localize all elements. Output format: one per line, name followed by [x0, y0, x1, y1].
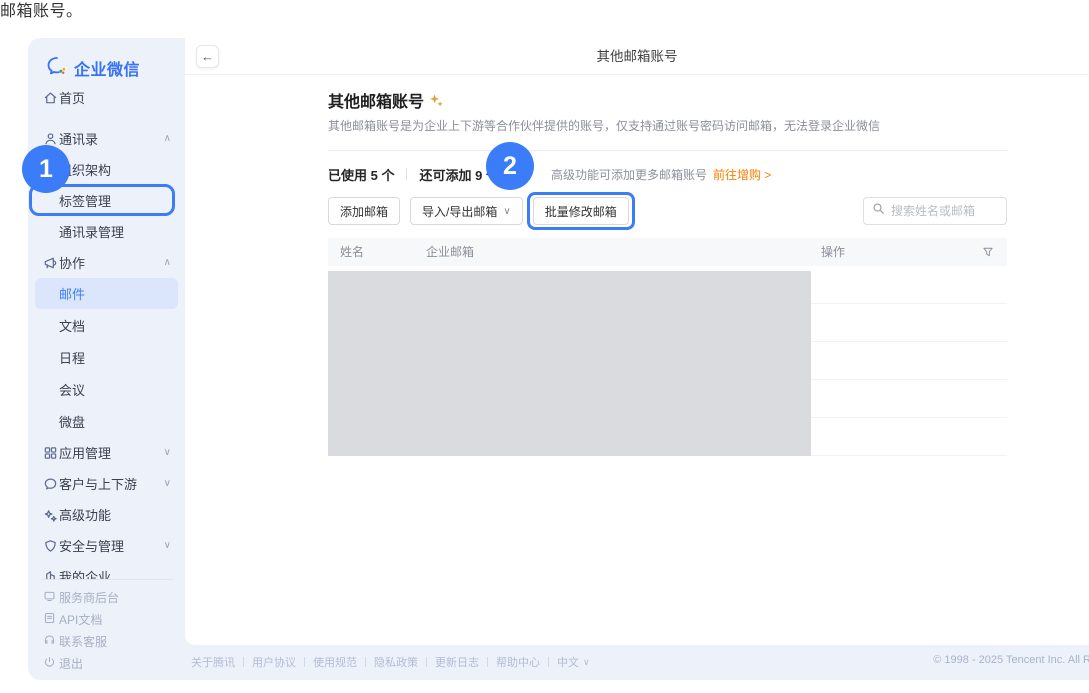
chevron-down-icon: ∨ [164, 478, 171, 489]
sidebar-item-contacts-management[interactable]: 通讯录管理 [28, 216, 185, 247]
main-panel: ← 其他邮箱账号 其他邮箱账号 其他邮箱账号是为企业上下游等合作伙伴提供的账号，… [185, 38, 1089, 645]
column-header-email: 企业邮箱 [426, 238, 474, 266]
headset-icon [43, 634, 58, 649]
footer-link-user-agreement[interactable]: 用户协议 [252, 654, 296, 670]
collaboration-icon [43, 255, 58, 270]
home-icon [43, 90, 58, 105]
annotation-step-badge-1: 1 [22, 145, 70, 193]
chat-bubble-icon [43, 476, 58, 491]
language-selector[interactable]: 中文 ∨ [557, 654, 590, 670]
building-icon [43, 569, 58, 580]
footer-link-privacy[interactable]: 隐私政策 [374, 654, 418, 670]
copyright-text: © 1998 - 2025 Tencent Inc. All R [933, 654, 1089, 666]
sidebar-item-meeting[interactable]: 会议 [28, 373, 185, 405]
sidebar-item-my-company-clipped[interactable]: 我的企业 [28, 564, 185, 579]
footer-link-about[interactable]: 关于腾讯 [191, 654, 235, 670]
footer-links: 关于腾讯 用户协议 使用规范 隐私政策 更新日志 帮助中心 中文 ∨ [191, 654, 590, 670]
section-heading: 其他邮箱账号 [328, 88, 424, 112]
chevron-up-icon: ∧ [164, 133, 171, 144]
brand-name: 企业微信 [74, 56, 140, 80]
console-icon [43, 590, 58, 605]
power-icon [43, 656, 58, 671]
search-icon [872, 202, 885, 220]
batch-edit-mailbox-button[interactable]: 批量修改邮箱 [533, 197, 629, 225]
chevron-down-icon: ∨ [164, 540, 171, 551]
app-window: 企业微信 首页 通讯录 ∧ 组织架构 标签管理 通讯录管理 协作 ∧ 邮件 [28, 38, 1089, 680]
sidebar-item-api-docs[interactable]: API文档 [28, 608, 185, 630]
footer-link-changelog[interactable]: 更新日志 [435, 654, 479, 670]
filter-funnel-icon[interactable] [982, 246, 994, 261]
brand-logo: 企业微信 [28, 54, 185, 82]
chevron-down-icon: ∨ [503, 206, 510, 217]
sidebar-item-logout[interactable]: 退出 [28, 652, 185, 674]
chevron-down-icon: ∨ [164, 447, 171, 458]
horizontal-divider [328, 150, 1007, 151]
sidebar-item-mail[interactable]: 邮件 [35, 278, 178, 309]
sparkle-wand-icon [43, 507, 58, 522]
sidebar: 企业微信 首页 通讯录 ∧ 组织架构 标签管理 通讯录管理 协作 ∧ 邮件 [28, 38, 185, 680]
search-box [863, 197, 1007, 225]
chevron-up-icon: ∧ [164, 257, 171, 268]
chevron-down-icon: ∨ [583, 657, 590, 668]
section-description: 其他邮箱账号是为企业上下游等合作伙伴提供的账号，仅支持通过账号密码访问邮箱，无法… [328, 117, 1007, 134]
sidebar-item-app-management[interactable]: 应用管理 ∨ [28, 437, 185, 468]
sidebar-item-schedule[interactable]: 日程 [28, 341, 185, 373]
clipped-instruction-text: 邮箱账号。 [0, 0, 83, 21]
search-input[interactable] [891, 204, 998, 218]
page-title: 其他邮箱账号 [185, 38, 1089, 75]
vertical-separator [406, 168, 407, 180]
table-body [328, 266, 1007, 456]
sidebar-item-customers[interactable]: 客户与上下游 ∨ [28, 468, 185, 499]
sidebar-item-docs[interactable]: 文档 [28, 309, 185, 341]
grid-icon [43, 445, 58, 460]
toolbar: 添加邮箱 导入/导出邮箱 ∨ 批量修改邮箱 [328, 197, 1007, 225]
sparkle-icon [429, 93, 444, 108]
annotation-step-badge-2: 2 [486, 142, 534, 190]
footer: 关于腾讯 用户协议 使用规范 隐私政策 更新日志 帮助中心 中文 ∨ © 199… [185, 645, 1089, 680]
sidebar-item-home[interactable]: 首页 [28, 82, 185, 113]
sidebar-item-collaboration[interactable]: 协作 ∧ [28, 247, 185, 278]
sidebar-item-security-management[interactable]: 安全与管理 ∨ [28, 530, 185, 561]
purchase-more-link[interactable]: 前往增购 > [713, 166, 771, 183]
sidebar-item-provider-console[interactable]: 服务商后台 [28, 586, 185, 608]
import-export-mailbox-button[interactable]: 导入/导出邮箱 ∨ [410, 197, 523, 225]
column-header-name: 姓名 [340, 238, 364, 266]
used-count: 已使用 5 个 [328, 165, 394, 184]
wecom-bubble-icon [46, 55, 68, 82]
page-topbar: ← 其他邮箱账号 [185, 38, 1089, 75]
footer-link-help-center[interactable]: 帮助中心 [496, 654, 540, 670]
column-header-actions: 操作 [821, 238, 845, 266]
redacted-table-rows [328, 271, 811, 456]
document-icon [43, 612, 58, 627]
add-mailbox-button[interactable]: 添加邮箱 [328, 197, 400, 225]
sidebar-item-contact-support[interactable]: 联系客服 [28, 630, 185, 652]
upgrade-promo-text: 高级功能可添加更多邮箱账号 [551, 166, 707, 183]
sidebar-divider [42, 579, 173, 580]
shield-icon [43, 538, 58, 553]
sidebar-item-advanced-features[interactable]: 高级功能 [28, 499, 185, 530]
usage-row: 已使用 5 个 还可添加 9 个 高级功能可添加更多邮箱账号 前往增购 > [328, 165, 1007, 183]
sidebar-item-drive[interactable]: 微盘 [28, 405, 185, 437]
content-area: 其他邮箱账号 其他邮箱账号是为企业上下游等合作伙伴提供的账号，仅支持通过账号密码… [185, 75, 1089, 456]
footer-link-usage-rules[interactable]: 使用规范 [313, 654, 357, 670]
contacts-icon [43, 131, 58, 146]
table-header: 姓名 企业邮箱 操作 [328, 238, 1007, 266]
mailbox-table: 姓名 企业邮箱 操作 [328, 238, 1007, 456]
